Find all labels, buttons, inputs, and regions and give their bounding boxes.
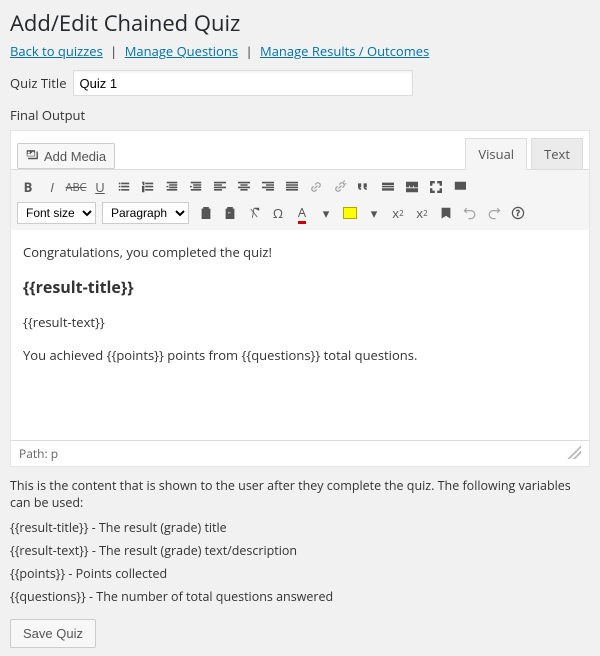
redo-button[interactable]	[483, 202, 505, 224]
bold-button[interactable]: B	[17, 176, 39, 198]
resize-handle[interactable]	[567, 445, 581, 459]
page-title: Add/Edit Chained Quiz	[10, 8, 590, 38]
unlink-button[interactable]	[329, 176, 351, 198]
italic-button[interactable]: I	[41, 176, 63, 198]
indent-button[interactable]	[185, 176, 207, 198]
breadcrumb-links: Back to quizzes | Manage Questions | Man…	[10, 42, 590, 60]
tab-visual[interactable]: Visual	[465, 138, 527, 170]
outdent-button[interactable]	[161, 176, 183, 198]
highlight-dropdown[interactable]: ▾	[363, 202, 385, 224]
help-button[interactable]: ?	[507, 202, 529, 224]
font-size-select[interactable]: Font size	[17, 202, 96, 224]
more-button[interactable]	[377, 176, 399, 198]
editor-toolbar: B I ABC U Font size Paragraph	[11, 169, 589, 230]
link-button[interactable]	[305, 176, 327, 198]
media-icon	[26, 148, 40, 164]
pagebreak-button[interactable]	[401, 176, 423, 198]
editor-path-bar: Path: p	[11, 440, 589, 466]
link-back-to-quizzes[interactable]: Back to quizzes	[10, 42, 103, 60]
text-color-button[interactable]: A	[291, 202, 313, 224]
superscript-button[interactable]: x2	[411, 202, 433, 224]
quiz-title-label: Quiz Title	[10, 74, 67, 92]
add-media-label: Add Media	[44, 149, 106, 164]
align-right-button[interactable]	[257, 176, 279, 198]
strikethrough-button[interactable]: ABC	[65, 176, 87, 198]
bullet-list-button[interactable]	[113, 176, 135, 198]
align-center-button[interactable]	[233, 176, 255, 198]
variable-list: {{result-title}} - The result (grade) ti…	[10, 519, 590, 605]
help-text: This is the content that is shown to the…	[10, 477, 590, 511]
subscript-button[interactable]: x2	[387, 202, 409, 224]
format-select[interactable]: Paragraph	[102, 202, 189, 224]
undo-button[interactable]	[459, 202, 481, 224]
tab-text[interactable]: Text	[531, 138, 583, 170]
editor-paragraph: Congratulations, you completed the quiz!	[23, 242, 577, 263]
editor-heading: {{result-title}}	[23, 275, 577, 301]
link-manage-results[interactable]: Manage Results / Outcomes	[260, 42, 429, 60]
align-justify-button[interactable]	[281, 176, 303, 198]
align-left-button[interactable]	[209, 176, 231, 198]
underline-button[interactable]: U	[89, 176, 111, 198]
save-quiz-button[interactable]: Save Quiz	[10, 619, 96, 648]
editor-container: Add Media Visual Text B I ABC U	[10, 130, 590, 467]
special-char-button[interactable]: Ω	[267, 202, 289, 224]
variable-item: {{questions}} - The number of total ques…	[10, 588, 590, 605]
editor-paragraph: {{result-text}}	[23, 312, 577, 333]
paste-button[interactable]	[195, 202, 217, 224]
quiz-title-input[interactable]	[73, 70, 413, 96]
fullscreen-button[interactable]	[425, 176, 447, 198]
add-media-button[interactable]: Add Media	[17, 143, 115, 169]
text-color-dropdown[interactable]: ▾	[315, 202, 337, 224]
highlight-button[interactable]	[339, 202, 361, 224]
editor-tabs: Visual Text	[465, 137, 583, 169]
svg-text:?: ?	[516, 208, 520, 219]
editor-paragraph: You achieved {{points}} points from {{qu…	[23, 345, 577, 366]
link-manage-questions[interactable]: Manage Questions	[125, 42, 238, 60]
variable-item: {{result-text}} - The result (grade) tex…	[10, 542, 590, 559]
blockquote-button[interactable]	[353, 176, 375, 198]
clear-format-button[interactable]	[243, 202, 265, 224]
variable-item: {{result-title}} - The result (grade) ti…	[10, 519, 590, 536]
number-list-button[interactable]	[137, 176, 159, 198]
quiz-title-row: Quiz Title	[10, 70, 590, 96]
variable-item: {{points}} - Points collected	[10, 565, 590, 582]
editor-content[interactable]: Congratulations, you completed the quiz!…	[11, 230, 589, 440]
paste-word-button[interactable]	[219, 202, 241, 224]
path-label: Path: p	[19, 445, 58, 462]
final-output-label: Final Output	[10, 106, 590, 124]
toolbar-toggle-button[interactable]	[449, 176, 471, 198]
anchor-button[interactable]	[435, 202, 457, 224]
